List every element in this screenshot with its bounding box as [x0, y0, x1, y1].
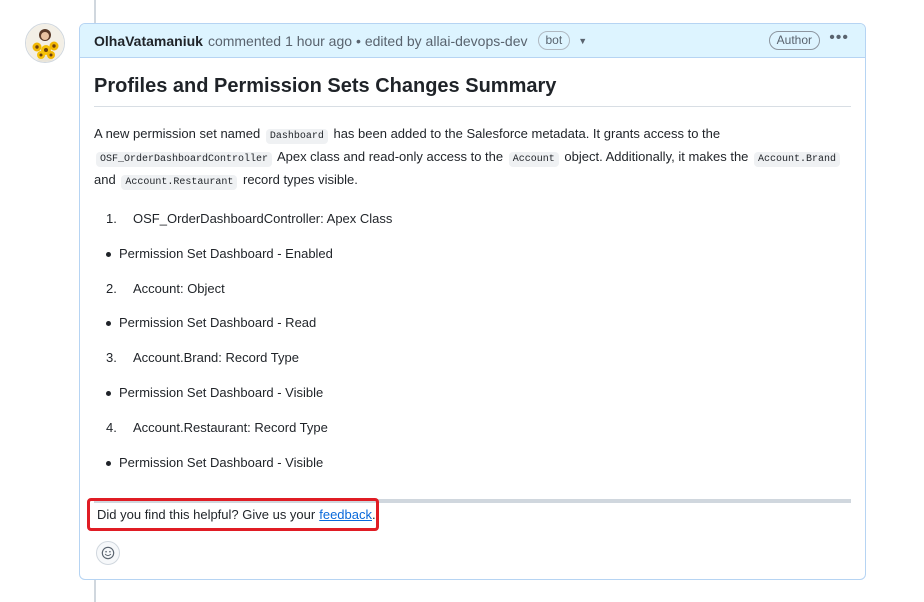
feedback-period: .: [372, 507, 376, 522]
changes-list: 1. OSF_OrderDashboardController: Apex Cl…: [94, 209, 851, 487]
list-item-text: Permission Set Dashboard - Visible: [119, 384, 324, 400]
bullet-icon: [106, 321, 111, 327]
list-number: 2.: [106, 280, 117, 296]
list-item: Permission Set Dashboard - Enabled: [94, 244, 851, 279]
list-item: 4. Account.Restaurant: Record Type: [94, 418, 851, 453]
comment-action: commented: [207, 32, 282, 49]
edited-by: • edited by allai-devops-dev: [356, 32, 528, 49]
edit-history-chevron-down-icon[interactable]: ▼: [578, 36, 587, 46]
code-dashboard: Dashboard: [265, 129, 328, 144]
bullet-icon: [106, 460, 111, 466]
add-reaction-button[interactable]: [96, 541, 120, 565]
summary-text-1: A new permission set named: [94, 126, 261, 141]
list-item-text: Permission Set Dashboard - Visible: [119, 454, 324, 470]
summary-paragraph: A new permission set named Dashboard has…: [94, 124, 851, 193]
feedback-link[interactable]: feedback: [319, 507, 372, 522]
list-item: 3. Account.Brand: Record Type: [94, 348, 851, 383]
summary-text-6: record types visible.: [242, 172, 358, 187]
feedback-callout: Did you find this helpful? Give us your …: [87, 498, 379, 531]
bullet-icon: [106, 390, 111, 396]
code-account: Account: [508, 152, 559, 167]
list-item-text: Permission Set Dashboard - Enabled: [119, 245, 333, 261]
list-item: Permission Set Dashboard - Read: [94, 313, 851, 348]
kebab-horizontal-icon[interactable]: •••: [829, 29, 849, 47]
summary-text-4: object. Additionally, it makes the: [564, 149, 749, 164]
list-number: 3.: [106, 350, 117, 366]
code-account-restaurant: Account.Restaurant: [121, 175, 238, 190]
code-account-brand: Account.Brand: [754, 152, 841, 167]
list-item: Permission Set Dashboard - Visible: [94, 383, 851, 418]
list-item-text: Account: Object: [133, 280, 225, 296]
comment-box: OlhaVatamaniuk commented 1 hour ago • ed…: [79, 23, 866, 580]
list-item-text: Permission Set Dashboard - Read: [119, 315, 317, 331]
comment-title: Profiles and Permission Sets Changes Sum…: [94, 72, 851, 107]
bullet-icon: [106, 251, 111, 257]
summary-text-3: Apex class and read-only access to the: [276, 149, 504, 164]
avatar-image: [26, 24, 64, 62]
avatar[interactable]: [25, 23, 65, 63]
list-item: 2. Account: Object: [94, 279, 851, 314]
summary-text-5: and: [94, 172, 116, 187]
comment-body: Profiles and Permission Sets Changes Sum…: [80, 58, 865, 504]
comment-author-link[interactable]: OlhaVatamaniuk: [94, 33, 203, 49]
summary-text-2: has been added to the Salesforce metadat…: [333, 126, 721, 141]
list-number: 4.: [106, 419, 117, 435]
list-item: 1. OSF_OrderDashboardController: Apex Cl…: [94, 209, 851, 244]
feedback-text: Did you find this helpful? Give us your: [97, 507, 316, 522]
comment-header: OlhaVatamaniuk commented 1 hour ago • ed…: [80, 24, 865, 58]
code-controller: OSF_OrderDashboardController: [96, 152, 273, 167]
list-item-text: Account.Brand: Record Type: [133, 350, 299, 366]
list-item-text: OSF_OrderDashboardController: Apex Class: [133, 211, 393, 226]
list-item: Permission Set Dashboard - Visible: [94, 453, 851, 488]
author-badge: Author: [768, 31, 820, 50]
smiley-icon: [101, 546, 115, 560]
bot-badge: bot: [537, 31, 571, 50]
comment-time[interactable]: 1 hour ago: [285, 33, 352, 49]
list-number: 1.: [106, 211, 117, 226]
list-item-text: Account.Restaurant: Record Type: [133, 419, 328, 435]
